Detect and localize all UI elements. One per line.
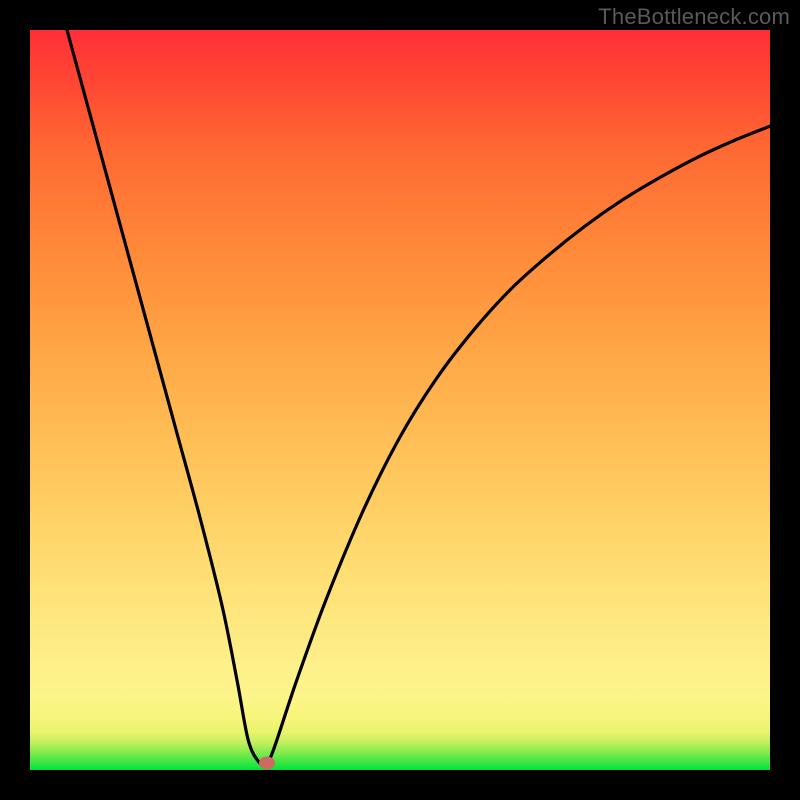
chart-stage: TheBottleneck.com — [0, 0, 800, 800]
watermark-text: TheBottleneck.com — [598, 4, 790, 30]
bottleneck-curve — [30, 30, 770, 770]
minimum-marker — [259, 756, 275, 769]
plot-area — [30, 30, 770, 770]
